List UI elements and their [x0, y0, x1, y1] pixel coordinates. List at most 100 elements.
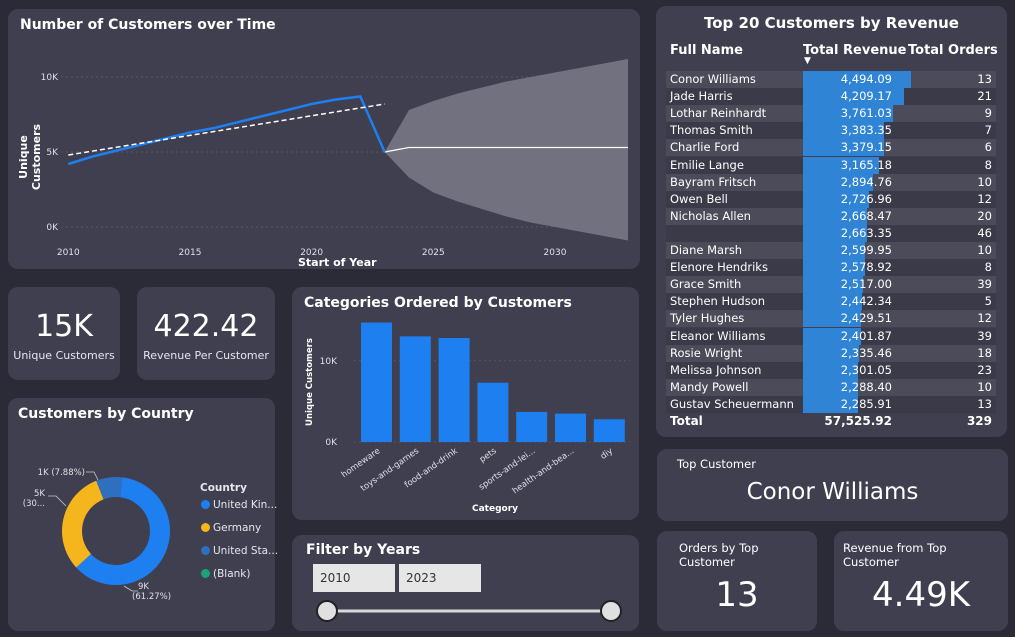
customers-over-time-card: Number of Customers over Time 10K 5K 0K 201… [8, 9, 640, 269]
line-chart[interactable]: 10K5K0K2010 2015 2020 2025 2030 [8, 9, 640, 269]
table-row[interactable]: Gustav Scheuermann 2,285.91 13 [666, 395, 996, 413]
cell-total-revenue: 2,599.95 [840, 243, 892, 257]
donut-data-label: (30... [23, 499, 45, 509]
bar-x-tick: diy [599, 446, 615, 462]
orders-by-top-label-1: Orders by Top [679, 541, 759, 555]
category-bar[interactable] [555, 413, 586, 442]
category-bar[interactable] [361, 322, 392, 442]
cell-total-orders: 12 [977, 311, 992, 326]
cell-total-revenue: 2,285.91 [840, 396, 892, 411]
table-row[interactable]: Diane Marsh 2,599.95 10 [666, 242, 996, 259]
cell-total-revenue: 2,663.35 [840, 225, 892, 240]
donut-data-label: 1K (7.88%) [38, 468, 85, 478]
cell-full-name: Lothar Reinhardt [670, 106, 767, 121]
table-total-row: Total 57,525.92 329 [666, 413, 996, 431]
header-total-orders[interactable]: Total Orders [908, 43, 998, 58]
orders-by-top-label-2: Customer [679, 555, 735, 569]
table-row[interactable]: Rosie Wright 2,335.46 18 [666, 344, 996, 362]
legend-item-germany[interactable]: Germany [201, 522, 261, 534]
line-y-tick: 0K [46, 223, 59, 233]
cell-total-revenue: 2,668.47 [840, 208, 892, 223]
line-x-tick: 2010 [57, 248, 80, 258]
cell-full-name: Tyler Hughes [670, 311, 745, 326]
header-full-name[interactable]: Full Name [670, 43, 743, 58]
cell-total-revenue: 2,401.87 [840, 328, 892, 343]
legend-dot-blank [201, 569, 210, 578]
table-row[interactable]: Lothar Reinhardt 3,761.03 9 [666, 105, 996, 123]
cell-total-orders: 39 [977, 328, 992, 343]
bar-x-axis-label: Category [472, 504, 519, 514]
donut-slice[interactable] [61, 480, 104, 568]
table-row[interactable]: Melissa Johnson 2,301.05 23 [666, 361, 996, 379]
total-revenue: 57,525.92 [824, 414, 892, 428]
donut-data-label: (61.27%) [132, 592, 171, 602]
legend-dot-uk [201, 500, 210, 509]
category-bar[interactable] [438, 338, 470, 442]
bar-chart[interactable]: 10K0Khomewaretoys-and-gamesfood-and-drin… [292, 287, 639, 520]
cell-total-revenue: 2,894.76 [840, 174, 892, 189]
cell-total-orders: 10 [977, 379, 992, 394]
legend-title: Country [200, 482, 247, 494]
donut-chart[interactable]: 9K(61.27%) 5K(30... 1K (7.88%) [8, 398, 275, 631]
table-row[interactable]: Charlie Ford 3,379.15 6 [666, 139, 996, 157]
cell-full-name: Stephen Hudson [670, 294, 766, 309]
category-bar[interactable] [516, 411, 548, 442]
table-row[interactable]: Owen Bell 2,726.96 12 [666, 190, 996, 208]
header-total-revenue[interactable]: Total Revenue [803, 43, 907, 58]
donut-data-label: 5K [34, 489, 45, 499]
end-year-input[interactable]: 2023 [399, 564, 481, 592]
uk-leader-line [123, 585, 138, 592]
line-x-tick: 2030 [544, 248, 567, 258]
cell-total-orders: 6 [984, 140, 992, 155]
bar-x-tick: pets [478, 446, 499, 465]
table-row[interactable]: Mandy Powell 2,288.40 10 [666, 378, 996, 396]
cell-full-name: Thomas Smith [670, 123, 753, 138]
category-bar[interactable] [399, 336, 431, 442]
line-y-tick: 10K [41, 73, 59, 83]
legend-item-blank[interactable]: (Blank) [201, 568, 250, 580]
cell-total-revenue: 2,517.00 [840, 277, 892, 292]
table-row[interactable]: Tyler Hughes 2,429.51 12 [666, 310, 996, 328]
table-row[interactable]: Eleanor Williams 2,401.87 39 [666, 327, 996, 345]
cell-total-revenue: 4,209.17 [840, 89, 892, 104]
revenue-from-top-label-2: Customer [843, 555, 899, 569]
table-row[interactable]: Elenore Hendriks 2,578.92 8 [666, 259, 996, 277]
table-row[interactable]: Stephen Hudson 2,442.34 5 [666, 293, 996, 311]
category-bar[interactable] [477, 382, 509, 442]
forecast-band [384, 59, 628, 241]
us-leader-line [86, 471, 99, 481]
table-row[interactable]: 2,663.35 46 [666, 224, 996, 242]
cell-total-orders: 9 [984, 106, 992, 121]
legend-item-uk[interactable]: United Kin... [201, 499, 277, 511]
table-row[interactable]: Emilie Lange 3,165.18 8 [666, 156, 996, 174]
table-row[interactable]: Thomas Smith 3,383.35 7 [666, 122, 996, 140]
unique-customers-value: 15K [35, 309, 93, 344]
sort-desc-icon[interactable]: ▼ [804, 56, 811, 66]
table-row[interactable]: Nicholas Allen 2,668.47 20 [666, 207, 996, 225]
cell-full-name: Emilie Lange [670, 157, 744, 172]
top-customer-card: Top Customer Conor Williams [657, 449, 1008, 521]
table-row[interactable]: Conor Williams 4,494.09 13 [666, 71, 996, 88]
cell-total-orders: 13 [977, 72, 992, 86]
cell-total-revenue: 2,726.96 [840, 191, 892, 206]
table-row[interactable]: Bayram Fritsch 2,894.76 10 [666, 173, 996, 191]
cell-total-revenue: 4,494.09 [840, 72, 892, 86]
start-year-input[interactable]: 2010 [313, 564, 395, 592]
cell-full-name: Jade Harris [670, 89, 733, 104]
revenue-from-top-value: 4.49K [872, 575, 970, 615]
cell-total-revenue: 3,383.35 [840, 123, 892, 138]
cell-total-revenue: 2,288.40 [840, 379, 892, 394]
legend-label-blank: (Blank) [213, 568, 251, 580]
table-row[interactable]: Grace Smith 2,517.00 39 [666, 276, 996, 294]
legend-item-us[interactable]: United Sta... [201, 545, 278, 557]
line-x-tick: 2025 [422, 248, 445, 258]
trend-line [68, 103, 385, 156]
line-x-axis-label: Start of Year [298, 256, 377, 269]
donut-data-label: 9K [138, 582, 149, 592]
table-row[interactable]: Jade Harris 4,209.17 21 [666, 88, 996, 106]
cell-total-orders: 18 [977, 345, 992, 360]
category-bar[interactable] [593, 419, 625, 442]
cell-total-revenue: 2,429.51 [840, 311, 892, 326]
line-x-tick: 2015 [179, 248, 202, 258]
top-customer-name: Conor Williams [746, 479, 919, 505]
